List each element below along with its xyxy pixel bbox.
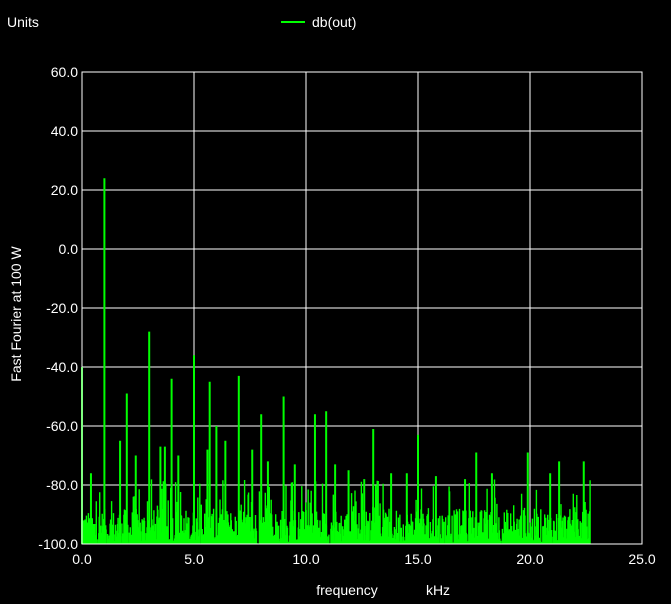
fft-chart: 60.0 40.0 20.0 0.0 -20.0 -40.0 -60.0 -80.0 -100.… — [8, 64, 656, 598]
x-axis-label: frequency — [316, 582, 377, 598]
y-axis: 60.0 40.0 20.0 0.0 -20.0 -40.0 -60.0 -80.0 -100.… — [38, 64, 78, 552]
y-tick-label: 60.0 — [51, 64, 78, 80]
y-axis-label: Fast Fourier at 100 W — [8, 246, 24, 382]
x-axis-unit: kHz — [426, 582, 450, 598]
x-axis: 0.0 5.0 10.0 15.0 20.0 25.0 — [72, 551, 656, 567]
y-tick-label: -80.0 — [46, 477, 78, 493]
y-tick-label: -40.0 — [46, 359, 78, 375]
x-tick-label: 10.0 — [292, 551, 319, 567]
y-tick-label: -60.0 — [46, 418, 78, 434]
chart-grid — [81, 71, 643, 545]
y-tick-label: 0.0 — [59, 241, 79, 257]
x-tick-label: 20.0 — [516, 551, 543, 567]
y-tick-label: -100.0 — [38, 536, 78, 552]
x-tick-label: 15.0 — [404, 551, 431, 567]
series-db-out — [81, 178, 591, 544]
x-tick-label: 25.0 — [628, 551, 655, 567]
y-tick-label: 40.0 — [51, 123, 78, 139]
y-tick-label: 20.0 — [51, 182, 78, 198]
x-tick-label: 0.0 — [72, 551, 92, 567]
y-tick-label: -20.0 — [46, 300, 78, 316]
x-tick-label: 5.0 — [184, 551, 204, 567]
